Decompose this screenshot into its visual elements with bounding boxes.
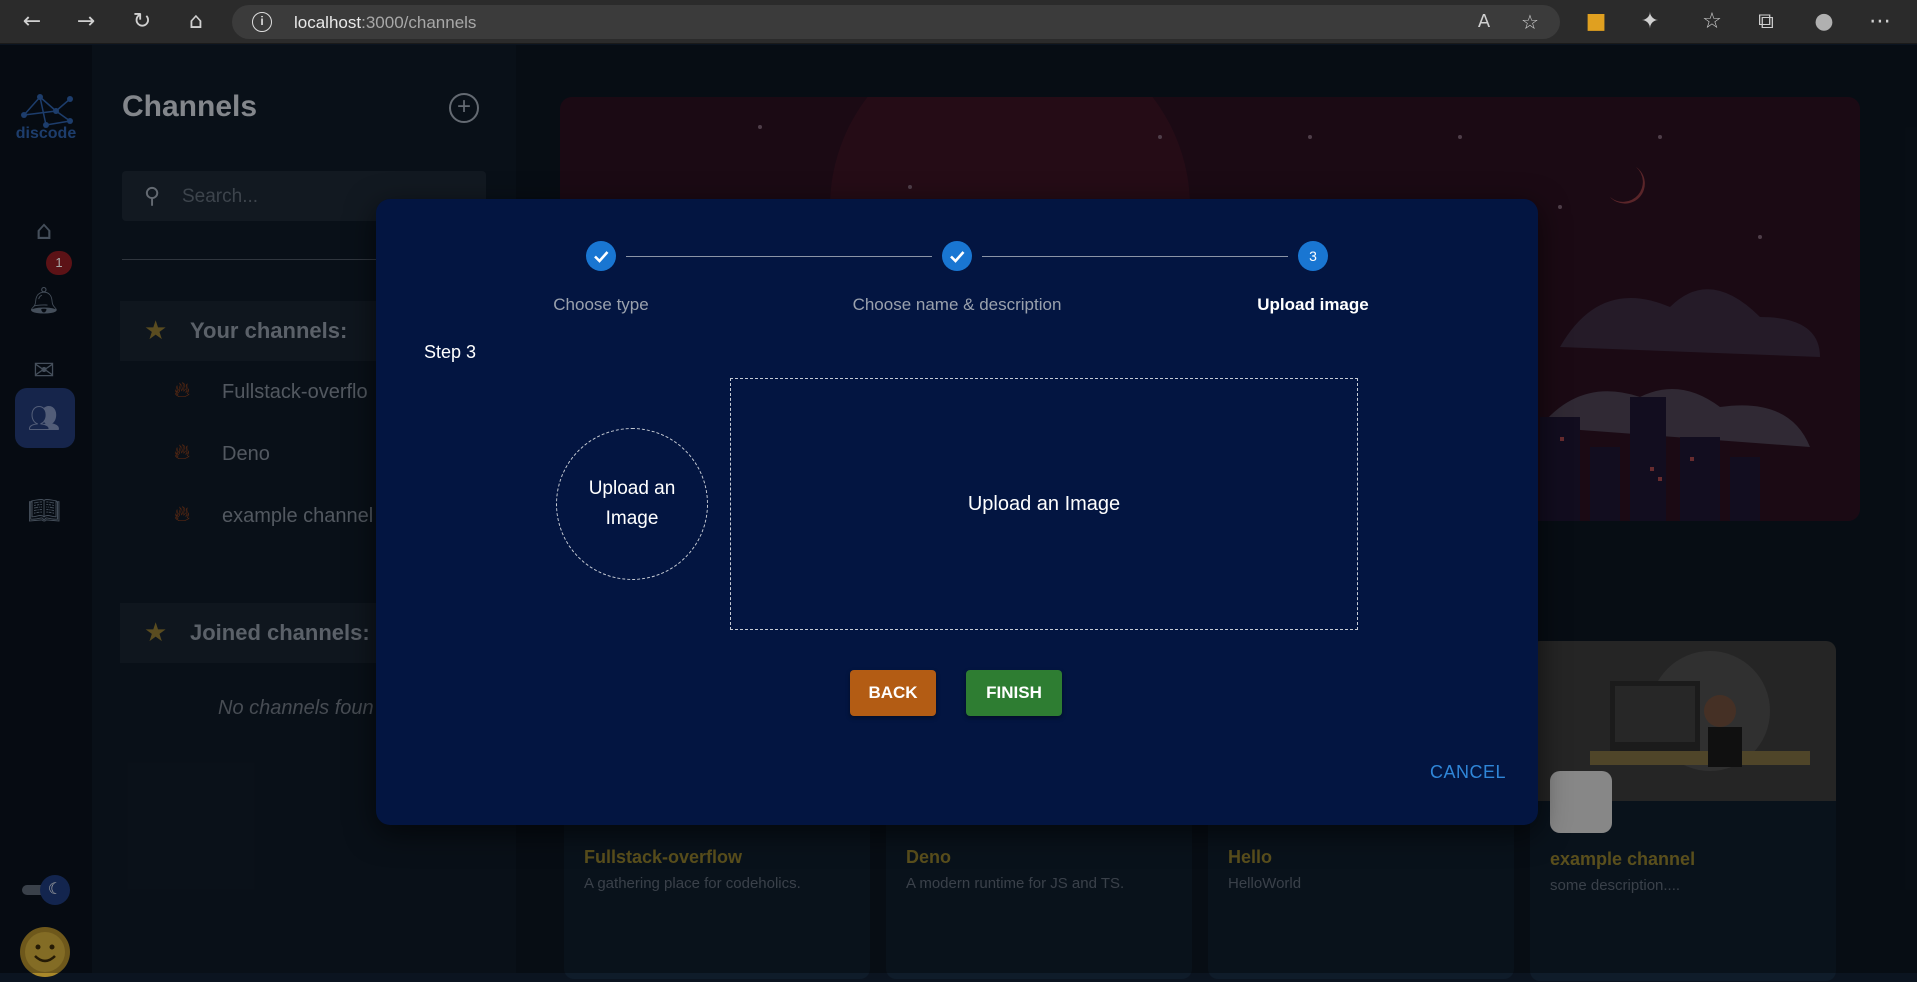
create-channel-dialog: 3 Choose type Choose name & description … bbox=[376, 199, 1538, 825]
url-host: localhost bbox=[294, 13, 362, 32]
read-aloud-icon[interactable]: A bbox=[1470, 8, 1498, 36]
more-menu-icon[interactable]: ⋯ bbox=[1866, 8, 1894, 36]
refresh-icon[interactable]: ↻ bbox=[128, 8, 156, 36]
back-arrow-icon[interactable]: ← bbox=[18, 8, 46, 36]
stepper-connector bbox=[626, 256, 932, 257]
favorites-icon[interactable]: ☆ bbox=[1698, 8, 1726, 36]
cancel-button[interactable]: CANCEL bbox=[1430, 762, 1506, 783]
step-2-check-icon bbox=[942, 241, 972, 271]
stepper-connector bbox=[982, 256, 1288, 257]
step-2-label: Choose name & description bbox=[852, 295, 1062, 314]
step-1-check-icon bbox=[586, 241, 616, 271]
avatar-upload-text: Upload an Image bbox=[588, 478, 676, 529]
address-bar[interactable]: i localhost:3000/channels A ☆ bbox=[232, 5, 1560, 39]
step-1-label: Choose type bbox=[553, 295, 649, 314]
puzzle-extensions-icon[interactable]: ✦ bbox=[1636, 8, 1664, 36]
browser-toolbar: ← → ↻ ⌂ i localhost:3000/channels A ☆ ■ … bbox=[0, 0, 1917, 44]
step-3-number: 3 bbox=[1298, 241, 1328, 271]
step-heading: Step 3 bbox=[424, 342, 477, 362]
avatar-upload-dropzone[interactable]: Upload an Image bbox=[556, 428, 708, 580]
url-path: :3000/channels bbox=[361, 13, 477, 32]
forward-arrow-icon[interactable]: → bbox=[72, 8, 100, 36]
step-3-label: Upload image bbox=[1257, 295, 1369, 314]
site-info-icon[interactable]: i bbox=[252, 12, 272, 32]
collections-icon[interactable]: ⧉ bbox=[1752, 8, 1780, 36]
url-text: localhost:3000/channels bbox=[294, 13, 476, 33]
finish-button[interactable]: FINISH bbox=[966, 670, 1062, 716]
favorite-star-icon[interactable]: ☆ bbox=[1516, 8, 1544, 36]
profile-icon[interactable]: ● bbox=[1810, 8, 1838, 36]
banner-upload-text: Upload an Image bbox=[967, 492, 1121, 515]
extension-icon[interactable]: ■ bbox=[1582, 8, 1610, 36]
back-button[interactable]: BACK bbox=[850, 670, 936, 716]
home-icon[interactable]: ⌂ bbox=[182, 8, 210, 36]
banner-upload-dropzone[interactable]: Upload an Image bbox=[730, 378, 1358, 630]
